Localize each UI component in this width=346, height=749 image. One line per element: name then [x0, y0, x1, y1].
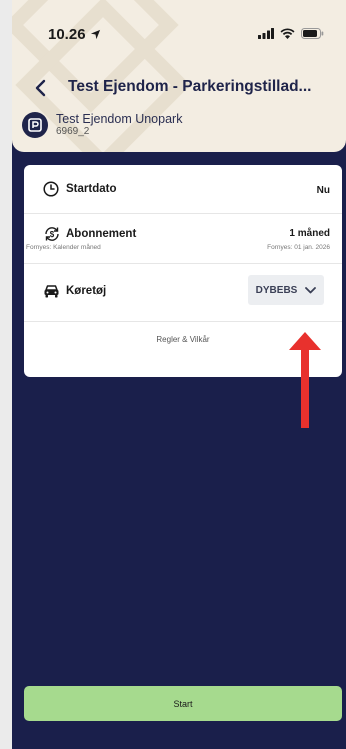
startdato-value: Nu — [316, 185, 330, 196]
page-title: Test Ejendom - Parkeringstillad... — [68, 78, 312, 95]
car-icon — [44, 285, 59, 298]
battery-icon — [301, 28, 324, 39]
subscription-renew-icon: $ — [45, 227, 59, 241]
back-chevron-icon[interactable] — [32, 78, 52, 98]
abonnement-label: Abonnement — [66, 228, 137, 240]
abonnement-renew-note: Fornyes: Kalender måned — [26, 244, 101, 251]
location-arrow-icon — [90, 29, 100, 40]
provider-name: Test Ejendom Unopark — [56, 112, 183, 126]
provider-id: 6969_2 — [56, 126, 90, 137]
annotation-arrow — [289, 332, 321, 428]
koretoj-label: Køretøj — [66, 285, 107, 297]
status-bar: 10.26 — [12, 22, 346, 46]
app-screen: 10.26 Test Ejendom - Parkeringstillad...… — [12, 0, 346, 749]
status-time: 10.26 — [48, 26, 86, 43]
startdato-row[interactable]: Startdato Nu — [24, 165, 342, 214]
abonnement-renew-date: Fornyes: 01 jan. 2026 — [267, 244, 330, 251]
abonnement-value: 1 måned — [289, 228, 330, 239]
vehicle-selected-value: DYBEBS — [255, 284, 298, 296]
provider-info: Test Ejendom Unopark 6969_2 — [22, 112, 182, 138]
provider-logo — [22, 112, 48, 138]
vehicle-dropdown[interactable]: DYBEBS — [248, 275, 324, 305]
start-button[interactable]: Start — [24, 686, 342, 721]
header: 10.26 Test Ejendom - Parkeringstillad...… — [12, 0, 346, 152]
clock-icon — [43, 181, 59, 197]
parking-logo-icon — [28, 118, 42, 132]
koretoj-row: Køretøj DYBEBS — [24, 263, 342, 322]
startdato-label: Startdato — [66, 183, 117, 195]
abonnement-row[interactable]: $ Abonnement Fornyes: Kalender måned 1 m… — [24, 213, 342, 264]
chevron-down-icon — [305, 286, 317, 293]
wifi-icon — [280, 28, 295, 39]
svg-text:$: $ — [50, 230, 55, 239]
signal-icon — [258, 28, 274, 39]
